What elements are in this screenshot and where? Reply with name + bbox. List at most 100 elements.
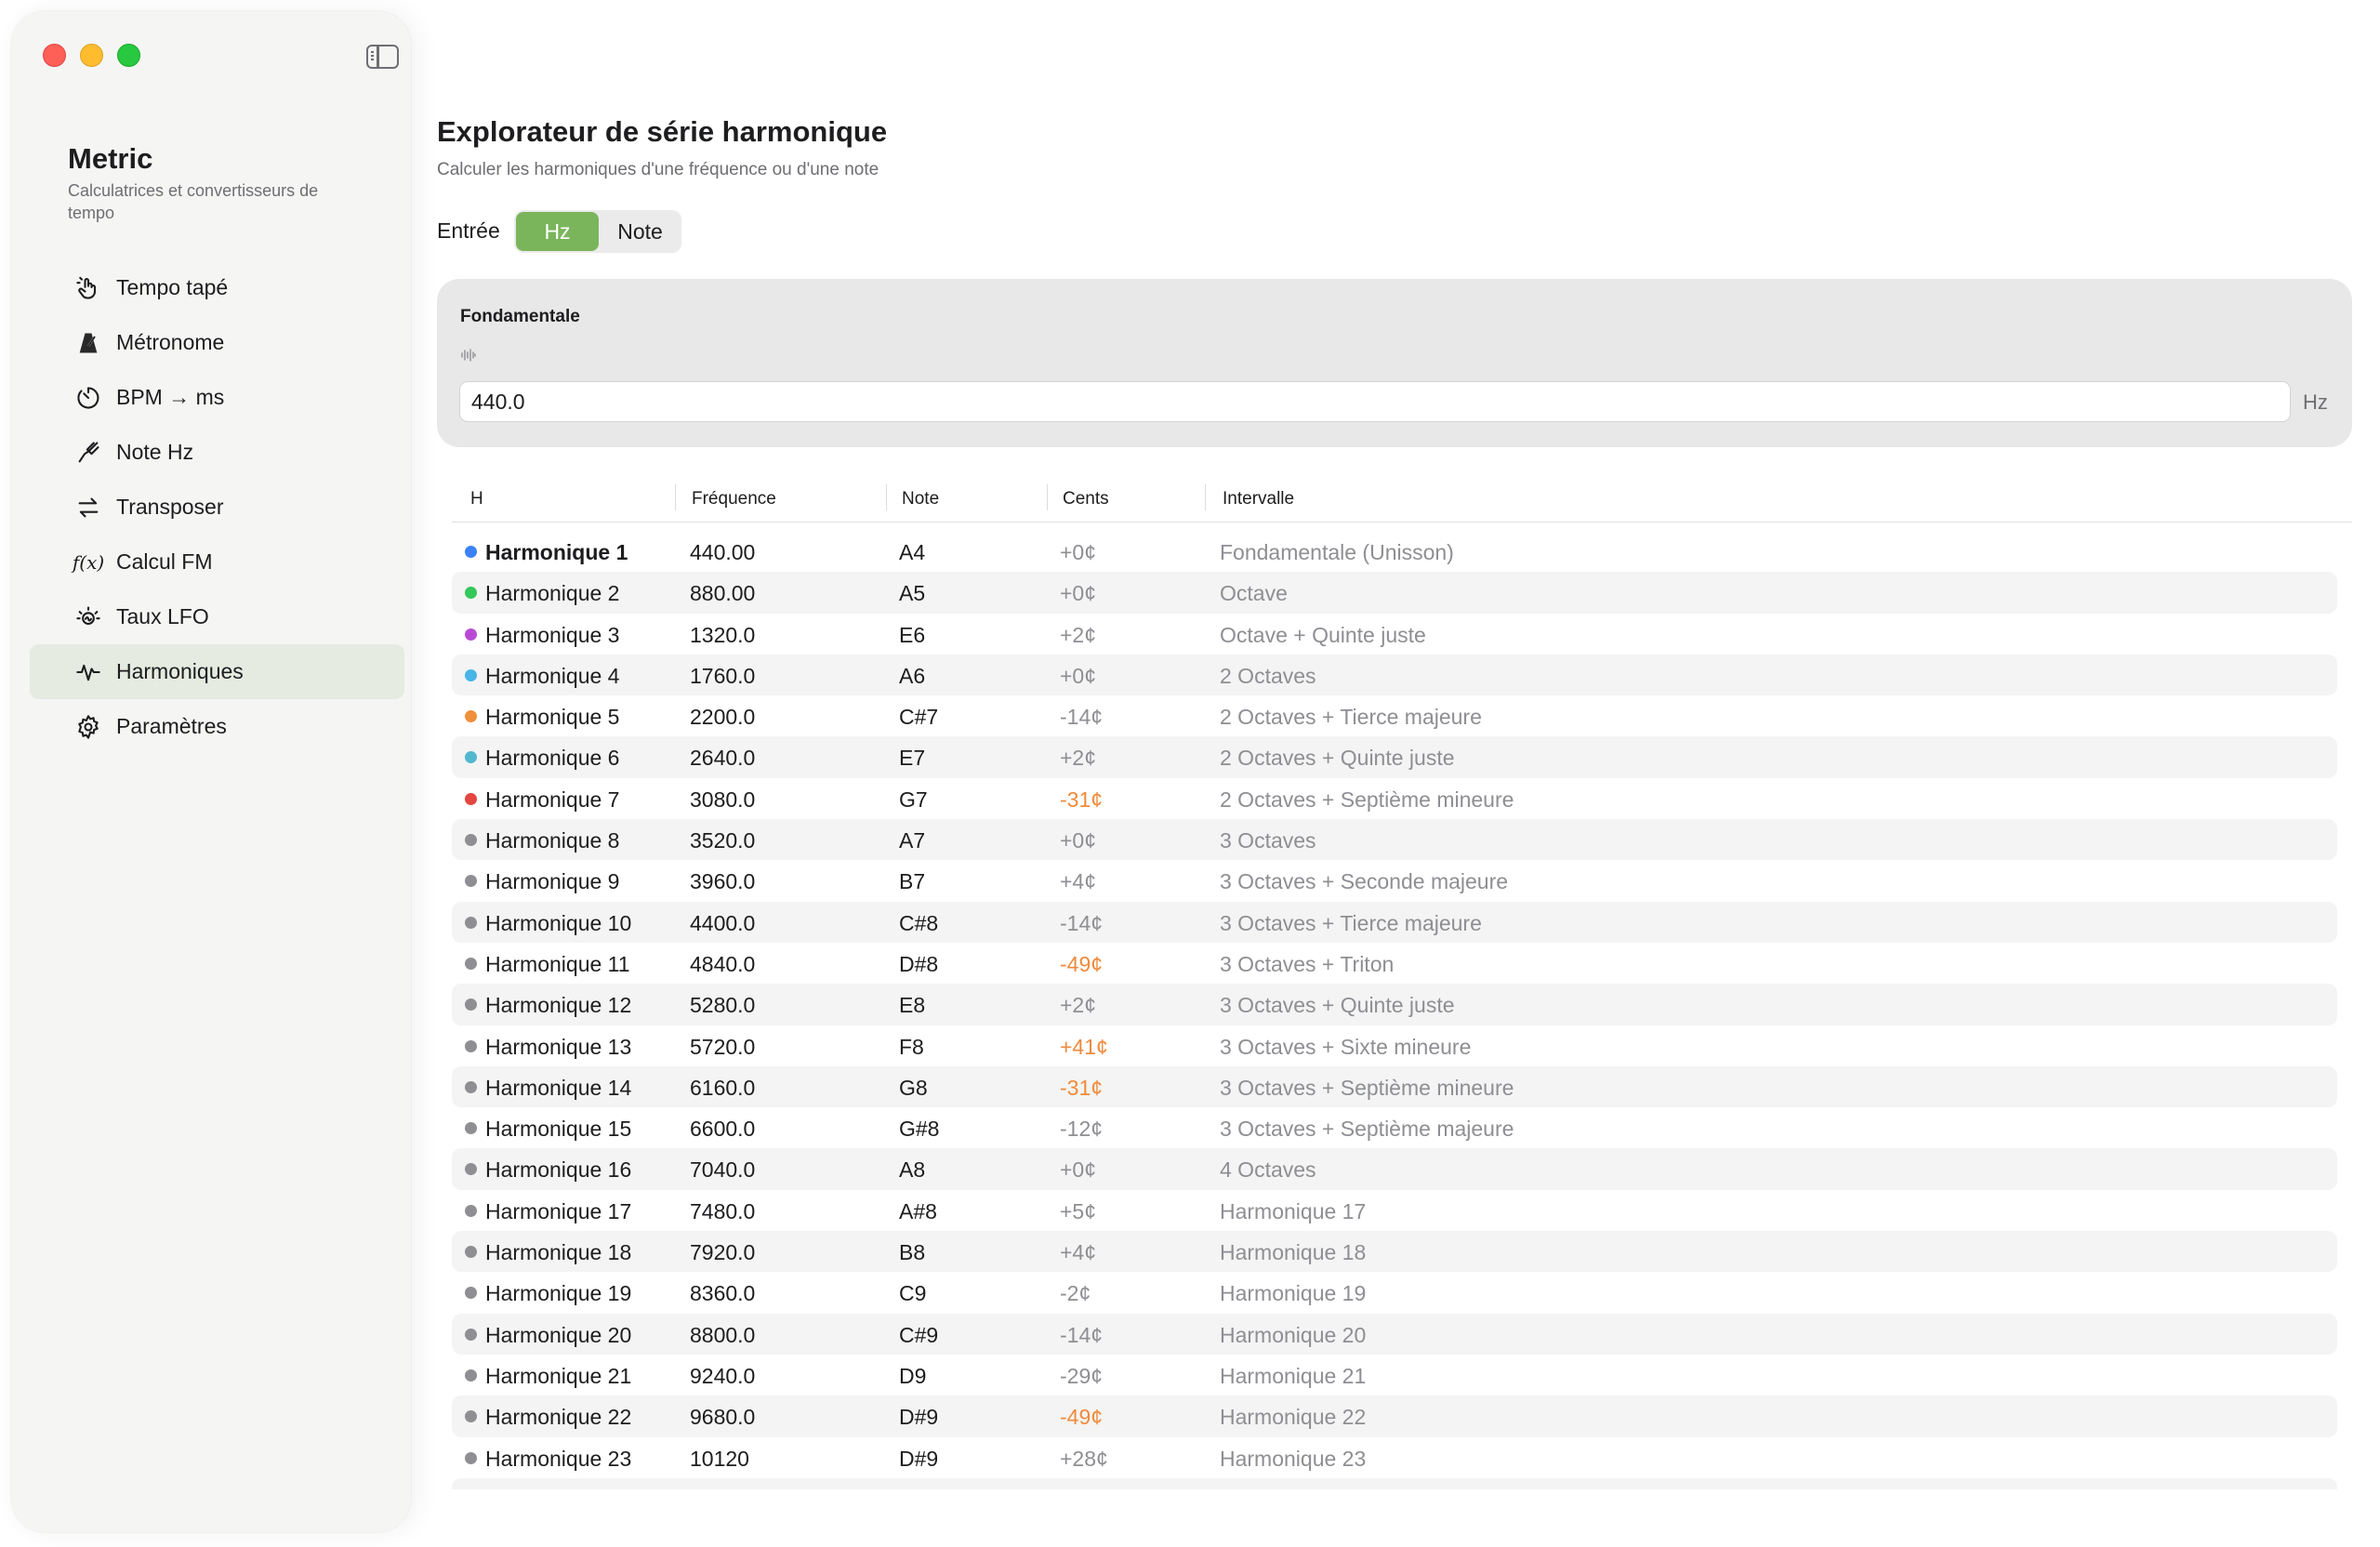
interval-cell: 2 Octaves + Septième mineure bbox=[1220, 787, 1514, 812]
fundamental-card: Fondamentale Hz bbox=[437, 279, 2352, 447]
app-subtitle: Calculatrices et convertisseurs de tempo bbox=[68, 181, 319, 222]
sidebar-item-parametres[interactable]: Paramètres bbox=[30, 699, 404, 754]
table-row[interactable]: Harmonique 1 440.00 A4 +0¢ Fondamentale (Uni… bbox=[452, 531, 2337, 572]
harmonic-name-cell: Harmonique 22 bbox=[485, 1405, 632, 1430]
table-row[interactable] bbox=[452, 1478, 2337, 1489]
table-row[interactable]: Harmonique 19 8360.0 C9 -2¢ Harmonique 19 bbox=[452, 1272, 2337, 1313]
table-row[interactable]: Harmonique 4 1760.0 A6 +0¢ 2 Octaves bbox=[452, 654, 2337, 696]
interval-cell: Harmonique 19 bbox=[1220, 1281, 1367, 1306]
timer-icon bbox=[74, 384, 102, 412]
column-header-intervalle[interactable]: Intervalle bbox=[1223, 489, 1294, 509]
harmonic-name-cell: Harmonique 19 bbox=[485, 1281, 632, 1306]
note-cell: E7 bbox=[899, 746, 926, 771]
table-row[interactable]: Harmonique 14 6160.0 G8 -31¢ 3 Octaves + Sep… bbox=[452, 1065, 2337, 1108]
harmonic-color-dot bbox=[465, 628, 477, 641]
column-header-frequence[interactable]: Fréquence bbox=[692, 489, 776, 509]
frequency-cell: 7480.0 bbox=[690, 1198, 756, 1223]
sidebar-item-taux-lfo[interactable]: Taux LFO bbox=[30, 589, 404, 644]
sidebar-item-calcul-fm[interactable]: f(x) Calcul FM bbox=[30, 535, 404, 589]
harmonic-name-cell: Harmonique 5 bbox=[485, 705, 620, 730]
sidebar-item-tempo-tape[interactable]: Tempo tapé bbox=[30, 260, 404, 315]
table-row[interactable]: Harmonique 11 4840.0 D#8 -49¢ 3 Octaves + Tr… bbox=[452, 943, 2337, 984]
frequency-cell: 8360.0 bbox=[690, 1281, 756, 1306]
table-row[interactable]: Harmonique 7 3080.0 G7 -31¢ 2 Octaves + Sept… bbox=[452, 778, 2337, 819]
table-row[interactable]: Harmonique 13 5720.0 F8 +41¢ 3 Octaves + Six… bbox=[452, 1025, 2337, 1066]
table-row[interactable]: Harmonique 5 2200.0 C#7 -14¢ 2 Octaves + Tie… bbox=[452, 695, 2337, 736]
minimize-window-button[interactable] bbox=[80, 44, 103, 67]
table-row[interactable]: Harmonique 18 7920.0 B8 +4¢ Harmonique 18 bbox=[452, 1231, 2337, 1273]
sidebar-toggle-icon[interactable] bbox=[366, 45, 399, 69]
column-divider bbox=[886, 484, 887, 510]
column-header-note[interactable]: Note bbox=[902, 489, 939, 509]
sidebar-item-transposer[interactable]: Transposer bbox=[30, 480, 404, 535]
table-row[interactable]: Harmonique 3 1320.0 E6 +2¢ Octave + Quinte j… bbox=[452, 614, 2337, 654]
fundamental-input[interactable] bbox=[459, 381, 2291, 422]
cents-cell: +0¢ bbox=[1060, 540, 1097, 564]
table-row[interactable]: Harmonique 22 9680.0 D#9 -49¢ Harmonique 22 bbox=[452, 1395, 2337, 1437]
interval-cell: Harmonique 17 bbox=[1220, 1198, 1367, 1223]
column-header-cents[interactable]: Cents bbox=[1063, 489, 1109, 509]
sidebar-item-label: Métronome bbox=[116, 330, 225, 354]
input-mode-segmented-control: Hz Note bbox=[514, 210, 681, 253]
harmonic-name-cell: Harmonique 4 bbox=[485, 663, 620, 688]
cents-cell: +0¢ bbox=[1060, 828, 1097, 853]
interval-cell: 2 Octaves bbox=[1220, 663, 1316, 688]
interval-cell: 3 Octaves + Septième mineure bbox=[1220, 1075, 1514, 1100]
swap-arrows-icon bbox=[74, 494, 102, 522]
harmonic-name-cell: Harmonique 9 bbox=[485, 869, 620, 894]
table-row[interactable]: Harmonique 16 7040.0 A8 +0¢ 4 Octaves bbox=[452, 1148, 2337, 1190]
app-window: Metric Calculatrices et convertisseurs d… bbox=[0, 0, 2380, 1547]
column-header-h[interactable]: H bbox=[470, 489, 483, 509]
sidebar-item-harmoniques[interactable]: Harmoniques bbox=[30, 644, 404, 699]
column-divider bbox=[675, 484, 676, 510]
table-row[interactable]: Harmonique 20 8800.0 C#9 -14¢ Harmonique 20 bbox=[452, 1313, 2337, 1355]
interval-cell: 3 Octaves + Sixte mineure bbox=[1220, 1034, 1472, 1059]
table-row[interactable]: Harmonique 8 3520.0 A7 +0¢ 3 Octaves bbox=[452, 819, 2337, 861]
sidebar-nav: Tempo tapé Métronome BPM → ms Note Hz Tr… bbox=[30, 260, 404, 754]
close-window-button[interactable] bbox=[43, 44, 66, 67]
interval-cell: Fondamentale (Unisson) bbox=[1220, 540, 1454, 564]
table-row[interactable]: Harmonique 2 880.00 A5 +0¢ Octave bbox=[452, 572, 2337, 614]
harmonic-name-cell: Harmonique 11 bbox=[485, 951, 630, 976]
cents-cell: +0¢ bbox=[1060, 1157, 1097, 1183]
maximize-window-button[interactable] bbox=[117, 44, 140, 67]
note-cell: B8 bbox=[899, 1240, 926, 1265]
cents-cell: -31¢ bbox=[1060, 787, 1104, 812]
sidebar-item-bpm-ms[interactable]: BPM → ms bbox=[30, 370, 404, 425]
entry-label: Entrée bbox=[437, 218, 500, 243]
interval-cell: Harmonique 21 bbox=[1220, 1363, 1367, 1388]
gear-icon bbox=[74, 713, 102, 741]
interval-cell: 2 Octaves + Quinte juste bbox=[1220, 746, 1455, 771]
tap-hand-icon bbox=[74, 274, 102, 302]
table-row[interactable]: Harmonique 9 3960.0 B7 +4¢ 3 Octaves + Secon… bbox=[452, 860, 2337, 901]
frequency-cell: 6600.0 bbox=[690, 1117, 756, 1142]
segment-note[interactable]: Note bbox=[601, 212, 680, 251]
frequency-cell: 1760.0 bbox=[690, 663, 756, 688]
table-row[interactable]: Harmonique 21 9240.0 D9 -29¢ Harmonique 21 bbox=[452, 1355, 2337, 1395]
sidebar-item-note-hz[interactable]: Note Hz bbox=[30, 425, 404, 480]
harmonic-color-dot bbox=[465, 751, 477, 764]
harmonic-name-cell: Harmonique 3 bbox=[485, 622, 620, 647]
frequency-cell: 5720.0 bbox=[690, 1034, 756, 1059]
harmonic-color-dot bbox=[465, 1204, 477, 1217]
table-row[interactable]: Harmonique 23 10120 D#9 +28¢ Harmonique 23 bbox=[452, 1437, 2337, 1478]
table-row[interactable]: Harmonique 10 4400.0 C#8 -14¢ 3 Octaves + Ti… bbox=[452, 901, 2337, 943]
table-header: H Fréquence Note Cents Intervalle bbox=[452, 474, 2352, 522]
table-row[interactable]: Harmonique 15 6600.0 G#8 -12¢ 3 Octaves + Se… bbox=[452, 1107, 2337, 1148]
segment-hz[interactable]: Hz bbox=[516, 212, 599, 251]
table-row[interactable]: Harmonique 17 7480.0 A#8 +5¢ Harmonique 17 bbox=[452, 1190, 2337, 1231]
harmonic-color-dot bbox=[465, 546, 477, 558]
harmonic-color-dot bbox=[465, 875, 477, 888]
table-row[interactable]: Harmonique 12 5280.0 E8 +2¢ 3 Octaves + Quin… bbox=[452, 984, 2337, 1025]
sidebar-item-label: BPM → ms bbox=[116, 385, 225, 409]
harmonic-color-dot bbox=[465, 998, 477, 1012]
note-cell: G8 bbox=[899, 1075, 928, 1100]
app-title: Metric bbox=[68, 142, 153, 175]
table-row[interactable]: Harmonique 6 2640.0 E7 +2¢ 2 Octaves + Quint… bbox=[452, 736, 2337, 778]
cents-cell: -14¢ bbox=[1060, 1322, 1104, 1347]
sidebar-item-metronome[interactable]: Métronome bbox=[30, 315, 404, 370]
harmonic-name-cell: Harmonique 14 bbox=[485, 1075, 632, 1100]
cents-cell: +4¢ bbox=[1060, 869, 1097, 894]
sidebar-item-label: Note Hz bbox=[116, 440, 194, 464]
cents-cell: +28¢ bbox=[1060, 1446, 1108, 1471]
